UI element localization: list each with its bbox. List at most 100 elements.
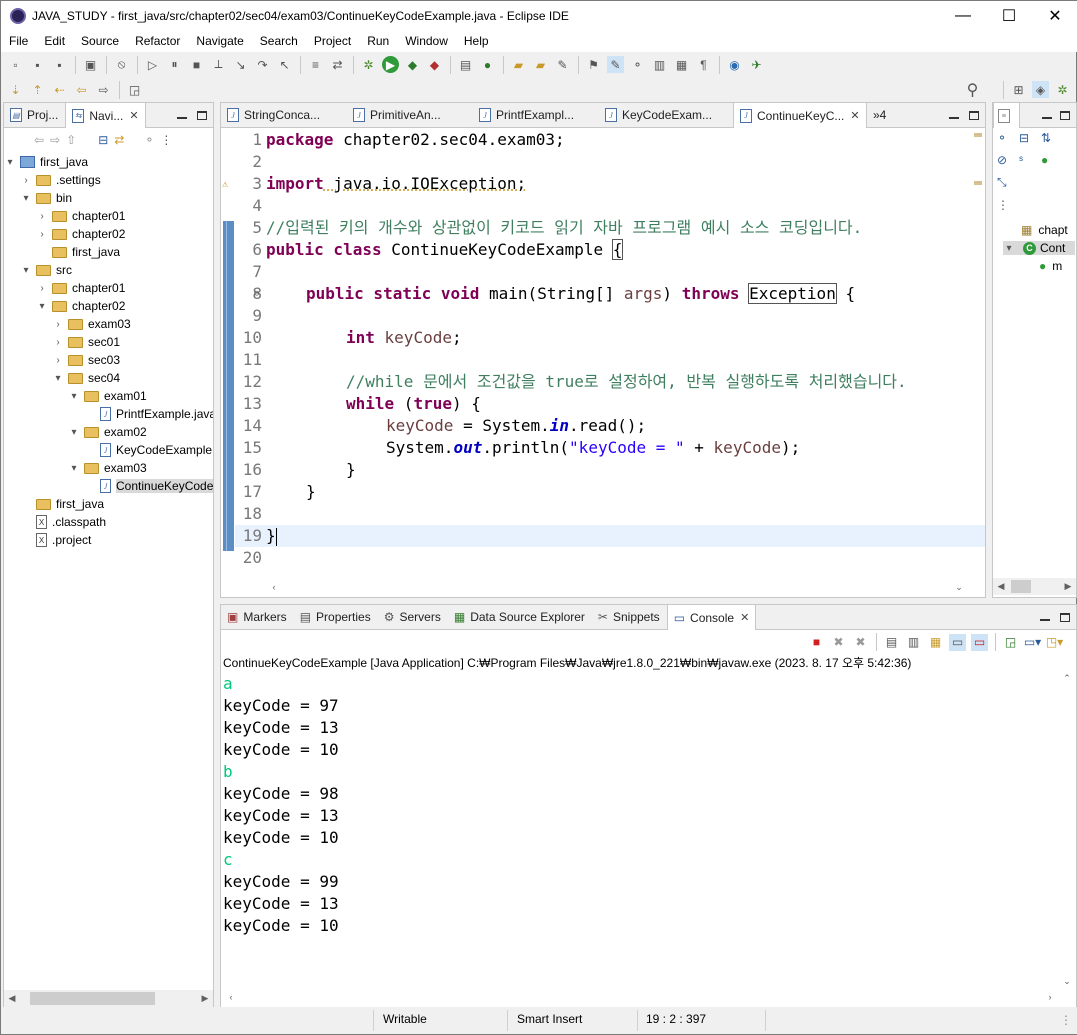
scroll-left-icon[interactable]: ‹ bbox=[223, 992, 239, 1002]
maximize-view-icon[interactable] bbox=[197, 111, 207, 120]
search-icon[interactable]: ⚲ bbox=[964, 81, 981, 99]
save-icon[interactable]: ▪ bbox=[29, 56, 46, 73]
new-java-project-icon[interactable]: ▤ bbox=[457, 56, 474, 73]
new-icon[interactable]: ▫ bbox=[7, 56, 24, 73]
tab-console[interactable]: ▭ Console ✕ bbox=[666, 605, 757, 630]
globe-icon[interactable]: ◉ bbox=[726, 56, 743, 73]
scroll-lock-icon[interactable]: ▥ bbox=[905, 634, 922, 651]
console-output[interactable]: a keyCode = 97 keyCode = 13 keyCode = 10 b ke… bbox=[223, 673, 1058, 987]
menu-refactor[interactable]: Refactor bbox=[127, 31, 188, 52]
run-icon[interactable]: ▶ bbox=[382, 56, 399, 73]
menu-file[interactable]: File bbox=[1, 31, 36, 52]
show-whitespace-icon[interactable]: ¶ bbox=[695, 56, 712, 73]
tree-item[interactable]: first_java bbox=[20, 495, 104, 513]
resume-icon[interactable]: ▷ bbox=[144, 56, 161, 73]
step-return-icon[interactable]: ↖ bbox=[276, 56, 293, 73]
new-java-class-icon[interactable]: ● bbox=[479, 56, 496, 73]
forward-icon[interactable]: ⇨ bbox=[50, 133, 60, 147]
tree-item[interactable]: › sec01 bbox=[52, 333, 120, 351]
chevron-right-icon[interactable]: › bbox=[36, 211, 48, 222]
open-task-icon[interactable]: ▰ bbox=[532, 56, 549, 73]
editor-tab-overflow[interactable]: »4 bbox=[867, 103, 893, 127]
editor-tab-stringconcat[interactable]: J StringConca... bbox=[221, 103, 347, 127]
tab-data-source-explorer[interactable]: ▦ Data Source Explorer bbox=[448, 605, 592, 629]
scroll-left-icon[interactable]: ‹ bbox=[266, 582, 282, 592]
scroll-right-icon[interactable]: ▶ bbox=[197, 993, 213, 1004]
pin-editor-icon[interactable]: ◲ bbox=[126, 81, 143, 98]
tree-item[interactable]: J PrintfExample.java bbox=[84, 405, 213, 423]
show-on-stderr-icon[interactable]: ▭ bbox=[971, 633, 988, 651]
tree-item[interactable]: › chapter01 bbox=[36, 207, 125, 225]
show-on-stdout-icon[interactable]: ▭ bbox=[949, 633, 966, 651]
tab-snippets[interactable]: ✂ Snippets bbox=[592, 605, 667, 629]
step-over-icon[interactable]: ↷ bbox=[254, 56, 271, 73]
hide-fields-icon[interactable]: ⚬ bbox=[997, 131, 1019, 145]
maximize-button[interactable]: ☐ bbox=[986, 1, 1032, 31]
maximize-view-icon[interactable] bbox=[969, 111, 979, 120]
scroll-left-icon[interactable]: ◀ bbox=[993, 581, 1009, 592]
terminate-icon[interactable]: ■ bbox=[808, 634, 825, 651]
close-button[interactable]: ✕ bbox=[1032, 1, 1077, 31]
tree-item[interactable]: › chapter01 bbox=[36, 279, 125, 297]
chevron-right-icon[interactable]: › bbox=[52, 319, 64, 330]
chevron-right-icon[interactable]: › bbox=[36, 229, 48, 240]
minimize-view-icon[interactable] bbox=[1040, 618, 1050, 621]
clear-console-icon[interactable]: ▤ bbox=[883, 634, 900, 651]
drop-to-frame-icon[interactable]: ≡ bbox=[307, 56, 324, 73]
open-console-icon[interactable]: ◳▾ bbox=[1046, 634, 1063, 651]
use-step-filters-icon[interactable]: ⇄ bbox=[329, 56, 346, 73]
terminate-icon[interactable]: ■ bbox=[188, 56, 205, 73]
scroll-left-icon[interactable]: ◀ bbox=[4, 993, 20, 1004]
editor-tab-continuekeycode[interactable]: J ContinueKeyC... ✕ bbox=[733, 103, 867, 128]
disconnect-icon[interactable]: ⟂ bbox=[210, 56, 227, 73]
editor-tab-primitive[interactable]: J PrimitiveAn... bbox=[347, 103, 473, 127]
editor-hscrollbar[interactable]: ‹ ⌄ bbox=[266, 579, 967, 595]
chevron-right-icon[interactable]: › bbox=[52, 337, 64, 348]
tab-navigator[interactable]: ⇆ Navi... ✕ bbox=[65, 103, 146, 128]
link-editor-icon[interactable]: ⤡ bbox=[997, 175, 1019, 190]
step-into-icon[interactable]: ↘ bbox=[232, 56, 249, 73]
close-icon[interactable]: ✕ bbox=[129, 109, 138, 122]
external-tools-icon[interactable]: ◆ bbox=[426, 56, 443, 73]
tree-item[interactable]: ▾ sec04 bbox=[52, 369, 120, 387]
annotation-icon[interactable]: ⚑ bbox=[585, 56, 602, 73]
scroll-down-icon[interactable]: ⌄ bbox=[951, 582, 967, 593]
warning-icon[interactable]: ⚠ bbox=[222, 179, 228, 190]
menu-search[interactable]: Search bbox=[252, 31, 306, 52]
next-annotation-icon[interactable]: ▥ bbox=[651, 56, 668, 73]
forward-icon[interactable]: ⇨ bbox=[95, 81, 112, 98]
scroll-right-icon[interactable]: › bbox=[1042, 992, 1058, 1002]
spring-icon[interactable]: ✈ bbox=[748, 56, 765, 73]
outline-item-package[interactable]: ▦ chapt bbox=[1021, 223, 1068, 237]
chevron-down-icon[interactable]: ▾ bbox=[1003, 243, 1015, 254]
tree-item[interactable]: ▾ exam03 bbox=[68, 459, 146, 477]
minimize-button[interactable]: — bbox=[940, 1, 986, 31]
outline-item-class[interactable]: ▾ C Cont bbox=[1003, 241, 1076, 255]
up-icon[interactable]: ⇧ bbox=[66, 133, 76, 147]
suspend-icon[interactable]: ⏸ bbox=[166, 56, 183, 73]
collapse-all-icon[interactable]: ⊟ bbox=[98, 133, 108, 147]
minimize-view-icon[interactable] bbox=[949, 116, 959, 119]
highlight-icon[interactable]: ✎ bbox=[607, 56, 624, 73]
tree-item[interactable]: › exam03 bbox=[52, 315, 130, 333]
save-all-icon[interactable]: ▪ bbox=[51, 56, 68, 73]
search-flashlight-icon[interactable]: ✎ bbox=[554, 56, 571, 73]
scroll-down-icon[interactable]: ⌄ bbox=[1059, 976, 1075, 987]
link-icon[interactable]: ⚬ bbox=[629, 56, 646, 73]
fold-toggle-icon[interactable]: ⊖ bbox=[254, 289, 259, 299]
back-icon[interactable]: ⇦ bbox=[34, 133, 44, 147]
field-icon[interactable]: ● bbox=[1041, 153, 1063, 167]
scroll-right-icon[interactable]: ▶ bbox=[1060, 581, 1076, 592]
close-icon[interactable]: ✕ bbox=[850, 109, 859, 122]
maximize-view-icon[interactable] bbox=[1060, 613, 1070, 622]
tree-item[interactable]: › sec03 bbox=[52, 351, 120, 369]
tree-item[interactable]: ▾ exam01 bbox=[68, 387, 146, 405]
word-wrap-icon[interactable]: ▦ bbox=[927, 634, 944, 651]
filters-icon[interactable]: ⚬ bbox=[144, 133, 154, 147]
skip-breakpoints-icon[interactable]: ⦸ bbox=[113, 56, 130, 73]
tree-item[interactable]: › chapter02 bbox=[36, 225, 125, 243]
last-edit-location-icon[interactable]: ⇠ bbox=[51, 81, 68, 98]
tree-item[interactable]: ▾ bin bbox=[20, 189, 72, 207]
chevron-right-icon[interactable]: › bbox=[20, 175, 32, 186]
tab-properties[interactable]: ▤ Properties bbox=[294, 605, 378, 629]
